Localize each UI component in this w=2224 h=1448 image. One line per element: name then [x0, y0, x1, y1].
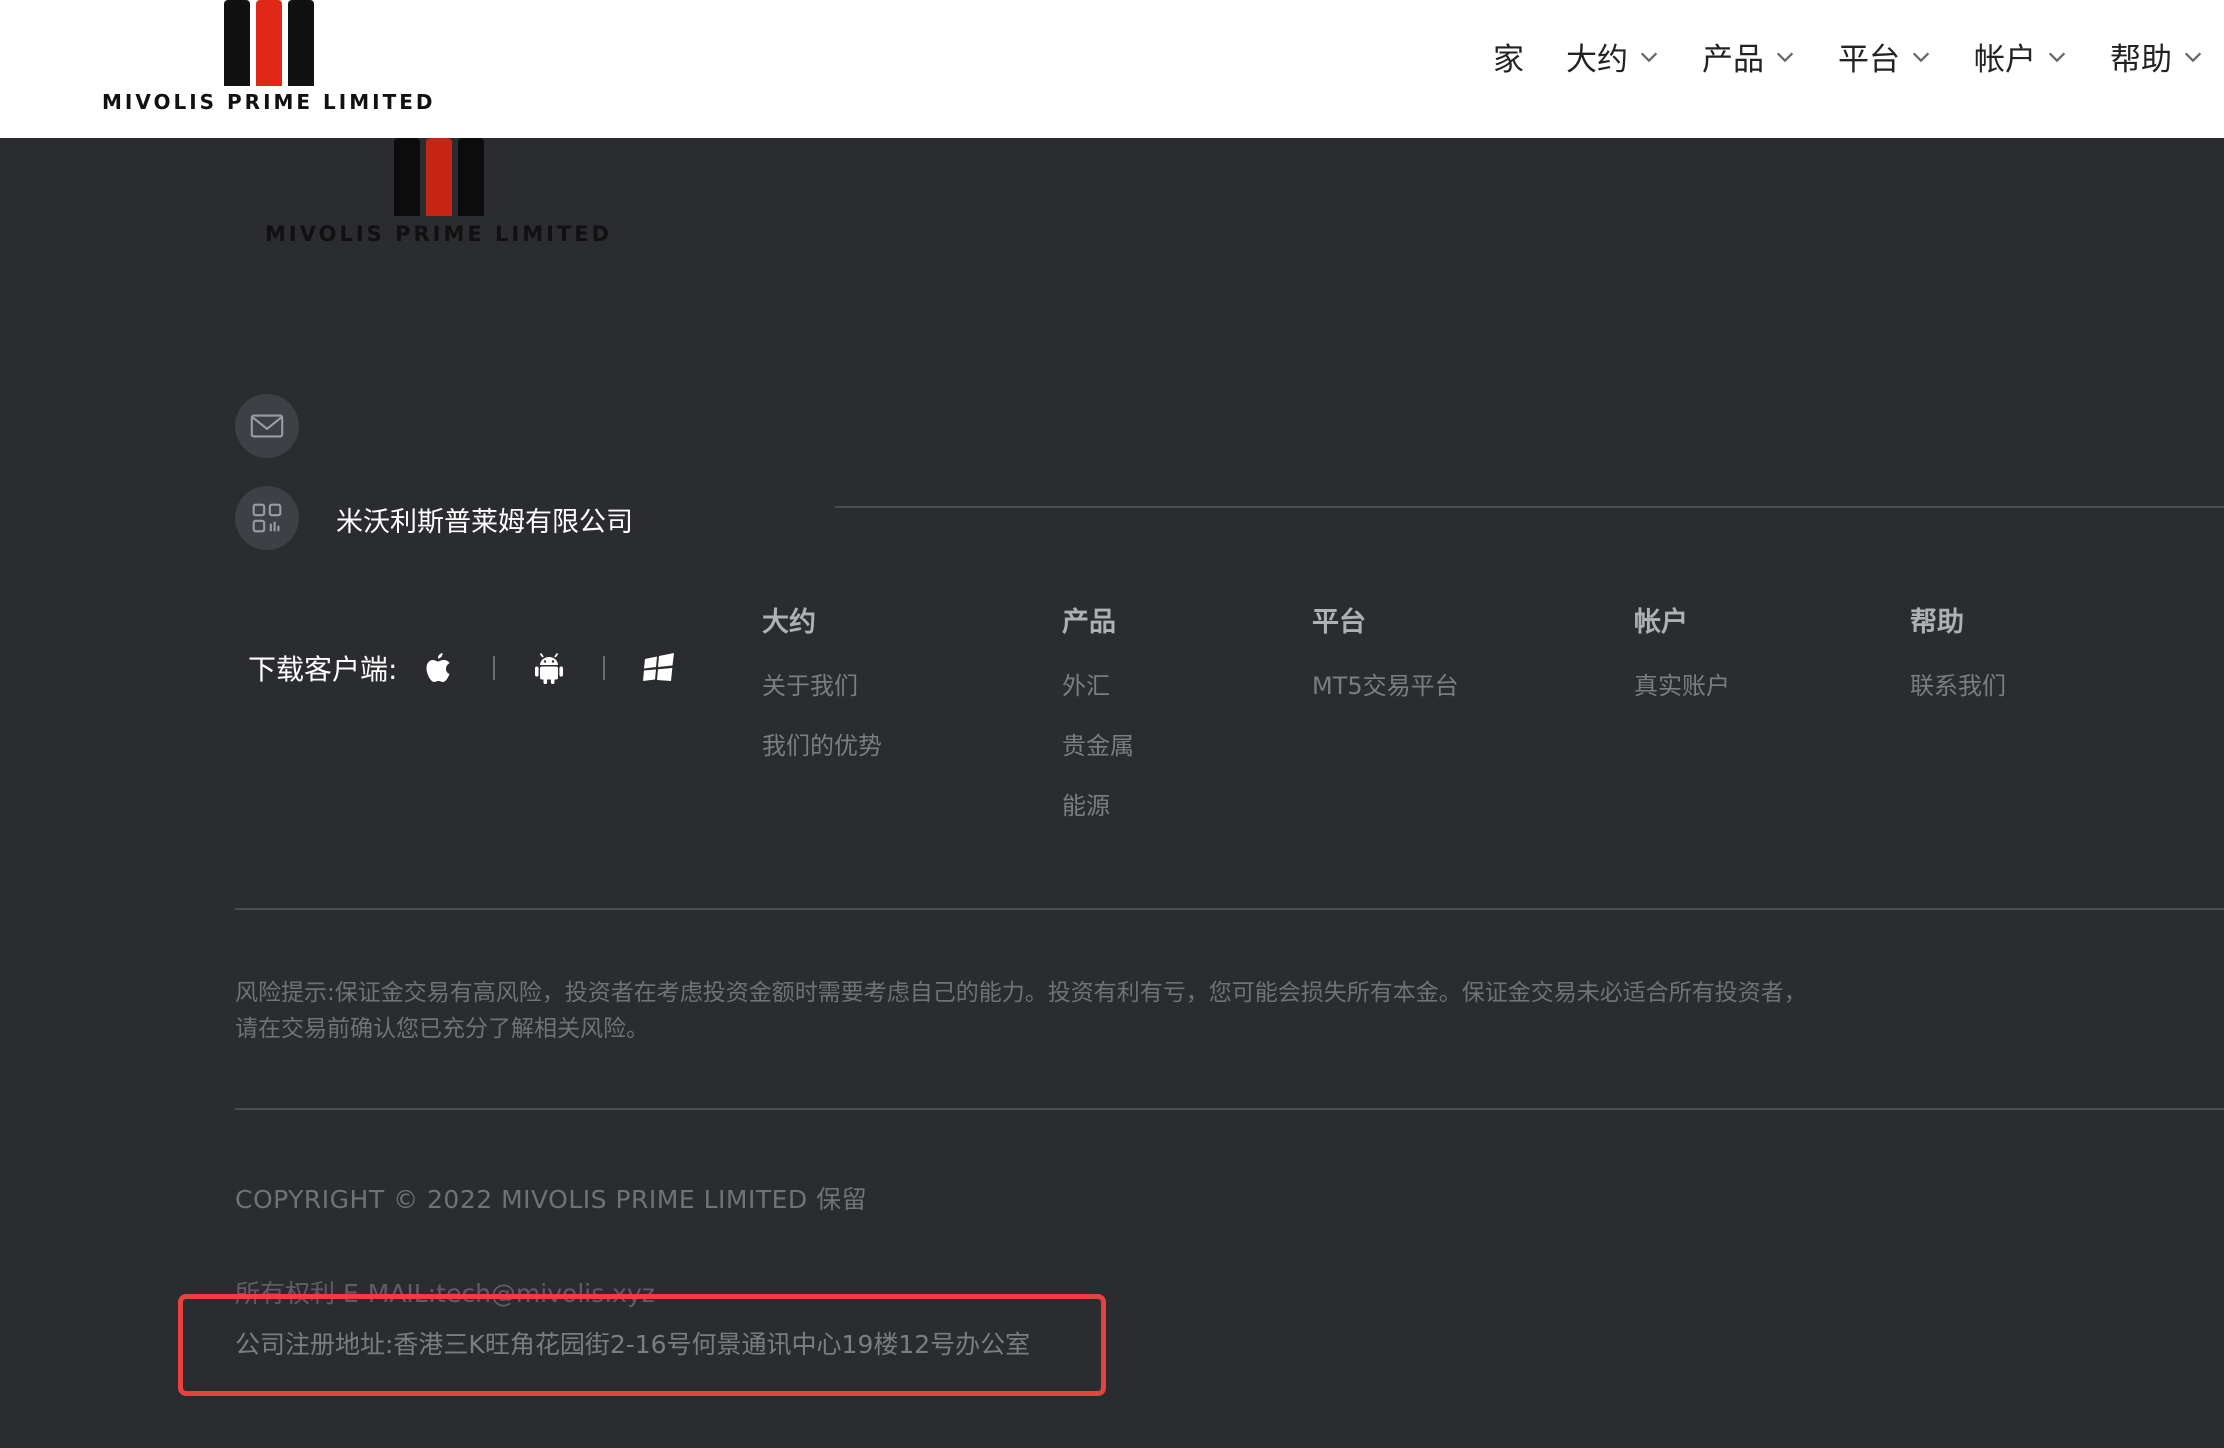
android-icon[interactable] — [527, 646, 571, 690]
chevron-down-icon — [2184, 52, 2202, 62]
footer-link-energy[interactable]: 能源 — [1062, 786, 1110, 821]
nav-item-about[interactable]: 大约 — [1566, 34, 1660, 79]
footer-link-about-us[interactable]: 关于我们 — [762, 666, 858, 701]
footer-logo: MIVOLIS PRIME LIMITED — [265, 138, 612, 246]
risk-warning: 风险提示:保证金交易有高风险，投资者在考虑投资金额时需要考虑自己的能力。投资有利… — [235, 975, 2135, 1047]
nav-item-label: 大约 — [1566, 42, 1628, 78]
download-client: 下载客户端: — [248, 646, 681, 690]
apple-icon[interactable] — [417, 646, 461, 690]
mail-icon — [250, 414, 284, 438]
nav-item-home[interactable]: 家 — [1493, 34, 1524, 79]
chevron-down-icon — [2048, 52, 2066, 62]
brand-logo[interactable]: MIVOLIS PRIME LIMITED — [102, 0, 436, 114]
logo-wordmark: MIVOLIS PRIME LIMITED — [265, 222, 613, 246]
separator — [493, 656, 496, 680]
logo-mark — [223, 0, 314, 86]
footer-link-precious-metals[interactable]: 贵金属 — [1062, 726, 1134, 761]
nav-item-products[interactable]: 产品 — [1702, 34, 1796, 79]
logo-mark — [393, 138, 484, 216]
nav-item-platform[interactable]: 平台 — [1838, 34, 1932, 79]
download-label: 下载客户端: — [248, 653, 398, 686]
chevron-down-icon — [1640, 52, 1658, 62]
footer-link-forex[interactable]: 外汇 — [1062, 666, 1110, 701]
site-header: MIVOLIS PRIME LIMITED 家 大约 产品 平台 帐户 帮助 — [0, 0, 2224, 138]
divider — [235, 908, 2224, 910]
footer-link-contact-us[interactable]: 联系我们 — [1910, 666, 2006, 701]
main-nav: 家 大约 产品 平台 帐户 帮助 — [1493, 34, 2204, 79]
footer-link-our-advantages[interactable]: 我们的优势 — [762, 726, 882, 761]
footer-link-real-account[interactable]: 真实账户 — [1634, 666, 1730, 701]
footer-link-mt5[interactable]: MT5交易平台 — [1312, 666, 1459, 701]
divider — [235, 1108, 2224, 1110]
copyright: COPYRIGHT © 2022 MIVOLIS PRIME LIMITED 保… — [235, 1185, 868, 1214]
footer-col-title-help: 帮助 — [1910, 607, 1964, 638]
footer-col-title-about: 大约 — [762, 607, 816, 638]
divider — [835, 506, 2224, 508]
nav-item-account[interactable]: 帐户 — [1974, 34, 2068, 79]
nav-item-help[interactable]: 帮助 — [2110, 34, 2204, 79]
highlight-box — [178, 1294, 1106, 1396]
risk-warning-line: 请在交易前确认您已充分了解相关风险。 — [235, 1016, 649, 1042]
company-name: 米沃利斯普莱姆有限公司 — [336, 507, 633, 538]
risk-warning-line: 风险提示:保证金交易有高风险，投资者在考虑投资金额时需要考虑自己的能力。投资有利… — [235, 980, 1807, 1006]
footer-col-title-account: 帐户 — [1634, 607, 1688, 638]
nav-item-label: 帐户 — [1974, 42, 2036, 78]
qrcode-button[interactable] — [235, 486, 299, 550]
footer-col-title-products: 产品 — [1062, 607, 1116, 638]
nav-item-label: 平台 — [1838, 42, 1900, 78]
qrcode-icon — [252, 503, 282, 533]
windows-icon[interactable] — [637, 646, 681, 690]
nav-item-label: 家 — [1493, 42, 1524, 78]
footer-col-title-platform: 平台 — [1312, 607, 1366, 638]
nav-item-label: 产品 — [1702, 42, 1764, 78]
logo-wordmark: MIVOLIS PRIME LIMITED — [102, 90, 436, 114]
nav-item-label: 帮助 — [2110, 42, 2172, 78]
chevron-down-icon — [1776, 52, 1794, 62]
chevron-down-icon — [1912, 52, 1930, 62]
separator — [603, 656, 606, 680]
email-button[interactable] — [235, 394, 299, 458]
